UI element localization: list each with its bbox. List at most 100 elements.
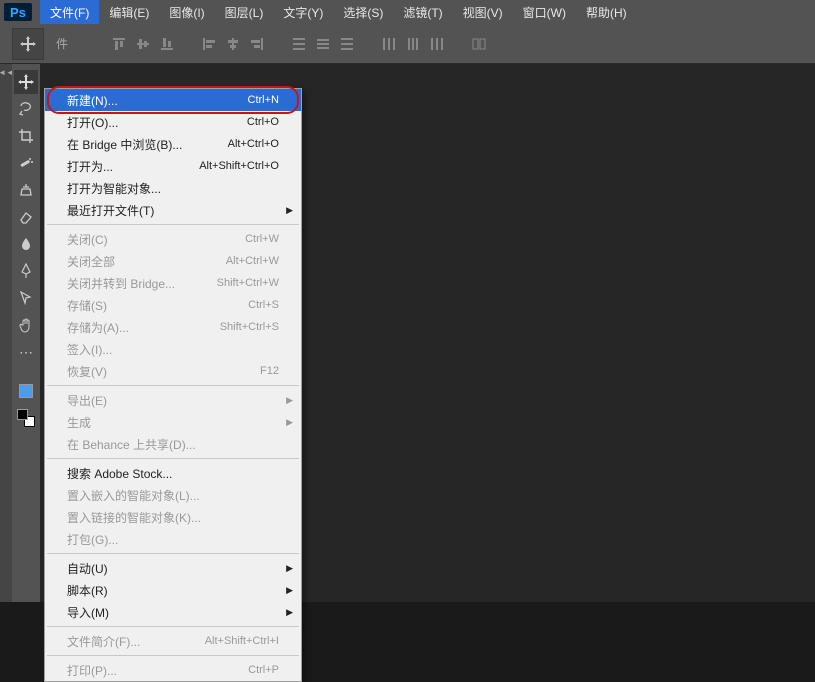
menu-item-label: 生成: [67, 414, 91, 431]
menu-item[interactable]: 打开(O)...Ctrl+O: [45, 111, 301, 133]
menu-item-label: 关闭(C): [67, 231, 108, 248]
menu-item-shortcut: Alt+Ctrl+O: [228, 138, 279, 150]
distribute-right-icon[interactable]: [426, 33, 448, 55]
menubar: Ps 文件(F)编辑(E)图像(I)图层(L)文字(Y)选择(S)滤镜(T)视图…: [0, 0, 815, 24]
distribute-top-icon[interactable]: [288, 33, 310, 55]
menu-item-label: 搜索 Adobe Stock...: [67, 465, 172, 482]
menu-item-label: 关闭全部: [67, 253, 115, 270]
menu-item-shortcut: Alt+Shift+Ctrl+I: [205, 635, 279, 647]
menu-item-label: 新建(N)...: [67, 92, 118, 109]
menu-item-label: 最近打开文件(T): [67, 202, 154, 219]
menu-item[interactable]: 视图(V): [453, 0, 513, 25]
clone-stamp-tool[interactable]: [14, 178, 38, 202]
menu-item-shortcut: Alt+Ctrl+W: [226, 255, 279, 267]
crop-tool[interactable]: [14, 124, 38, 148]
menu-item[interactable]: 文件(F): [40, 0, 99, 25]
submenu-arrow-icon: ▶: [286, 417, 293, 428]
menu-item: 签入(I)...: [45, 338, 301, 360]
menu-item: 置入链接的智能对象(K)...: [45, 506, 301, 528]
align-bottom-icon[interactable]: [156, 33, 178, 55]
menu-item-shortcut: Ctrl+S: [248, 299, 279, 311]
options-bar: 件: [0, 24, 815, 64]
distribute-vcenter-icon[interactable]: [312, 33, 334, 55]
menu-item: 文件简介(F)... Alt+Shift+Ctrl+I: [45, 630, 301, 652]
pen-tool[interactable]: [14, 259, 38, 283]
menu-item-shortcut: Ctrl+W: [245, 233, 279, 245]
menu-item-label: 文件简介(F)...: [67, 633, 140, 650]
eraser-tool[interactable]: [14, 205, 38, 229]
menu-item: 关闭(C) Ctrl+W: [45, 228, 301, 250]
auto-align-icon[interactable]: [468, 33, 490, 55]
menu-item-label: 导出(E): [67, 392, 107, 409]
menu-separator: [47, 385, 299, 386]
menu-item: 关闭全部 Alt+Ctrl+W: [45, 250, 301, 272]
menu-item-label: 导入(M): [67, 604, 109, 621]
menu-item[interactable]: 帮助(H): [576, 0, 637, 25]
menu-item[interactable]: 图层(L): [215, 0, 274, 25]
distribute-left-icon[interactable]: [378, 33, 400, 55]
menu-item-shortcut: Ctrl+N: [248, 94, 279, 106]
panel-collapse-handle[interactable]: ◄◄: [0, 64, 12, 602]
blur-tool[interactable]: [14, 232, 38, 256]
menu-item: 在 Behance 上共享(D)...: [45, 433, 301, 455]
healing-brush-tool[interactable]: [14, 151, 38, 175]
menu-item[interactable]: 搜索 Adobe Stock...: [45, 462, 301, 484]
lasso-tool[interactable]: [14, 97, 38, 121]
menu-item-label: 脚本(R): [67, 582, 108, 599]
submenu-arrow-icon: ▶: [286, 585, 293, 596]
menu-item[interactable]: 新建(N)... Ctrl+N: [45, 89, 301, 111]
submenu-arrow-icon: ▶: [286, 607, 293, 618]
menu-item[interactable]: 脚本(R) ▶: [45, 579, 301, 601]
menu-item[interactable]: 打开为...Alt+Shift+Ctrl+O: [45, 155, 301, 177]
path-selection-tool[interactable]: [14, 286, 38, 310]
menu-item-label: 在 Bridge 中浏览(B)...: [67, 136, 182, 153]
menu-item[interactable]: 滤镜(T): [393, 0, 452, 25]
menu-item-label: 自动(U): [67, 560, 108, 577]
distribute-hcenter-icon[interactable]: [402, 33, 424, 55]
distribute-bottom-icon[interactable]: [336, 33, 358, 55]
align-vcenter-icon[interactable]: [132, 33, 154, 55]
menu-item[interactable]: 窗口(W): [513, 0, 576, 25]
menu-item-shortcut: Shift+Ctrl+S: [220, 321, 279, 333]
menu-item-label: 置入链接的智能对象(K)...: [67, 509, 201, 526]
menu-item[interactable]: 选择(S): [333, 0, 393, 25]
menu-item[interactable]: 文字(Y): [273, 0, 333, 25]
menu-item: 置入嵌入的智能对象(L)...: [45, 484, 301, 506]
default-colors-swatch[interactable]: [17, 409, 35, 427]
menu-item-shortcut: F12: [260, 365, 279, 377]
menu-item[interactable]: 自动(U) ▶: [45, 557, 301, 579]
file-menu-dropdown: 新建(N)...Ctrl+N打开(O)...Ctrl+O在 Bridge 中浏览…: [44, 88, 302, 682]
menu-item[interactable]: 打开为智能对象...: [45, 177, 301, 199]
menu-item: 关闭并转到 Bridge...Shift+Ctrl+W: [45, 272, 301, 294]
menu-item[interactable]: 编辑(E): [99, 0, 159, 25]
toolbar: ⋯: [12, 64, 40, 602]
menu-item[interactable]: 在 Bridge 中浏览(B)... Alt+Ctrl+O: [45, 133, 301, 155]
menu-item-shortcut: Alt+Shift+Ctrl+O: [199, 160, 279, 172]
align-right-icon[interactable]: [246, 33, 268, 55]
menu-separator: [47, 655, 299, 656]
align-hcenter-icon[interactable]: [222, 33, 244, 55]
align-top-icon[interactable]: [108, 33, 130, 55]
menu-item: 打包(G)...: [45, 528, 301, 550]
submenu-arrow-icon: ▶: [286, 563, 293, 574]
menu-item: 导出(E) ▶: [45, 389, 301, 411]
submenu-arrow-icon: ▶: [286, 395, 293, 406]
menu-item-label: 打包(G)...: [67, 531, 118, 548]
align-left-icon[interactable]: [198, 33, 220, 55]
menu-item-label: 签入(I)...: [67, 341, 112, 358]
foreground-color-swatch[interactable]: [19, 384, 33, 398]
menu-item-label: 置入嵌入的智能对象(L)...: [67, 487, 200, 504]
menu-item-label: 存储为(A)...: [67, 319, 129, 336]
menu-item-label: 在 Behance 上共享(D)...: [67, 436, 196, 453]
menu-item[interactable]: 导入(M) ▶: [45, 601, 301, 623]
menu-separator: [47, 458, 299, 459]
menu-item-label: 打开为智能对象...: [67, 180, 161, 197]
edit-toolbar[interactable]: ⋯: [14, 340, 38, 364]
menu-item[interactable]: 图像(I): [159, 0, 214, 25]
menu-item: 恢复(V)F12: [45, 360, 301, 382]
move-tool[interactable]: [14, 70, 38, 94]
menu-item-label: 关闭并转到 Bridge...: [67, 275, 175, 292]
hand-tool[interactable]: [14, 313, 38, 337]
menu-item[interactable]: 最近打开文件(T)▶: [45, 199, 301, 221]
move-tool-indicator[interactable]: [12, 28, 44, 60]
